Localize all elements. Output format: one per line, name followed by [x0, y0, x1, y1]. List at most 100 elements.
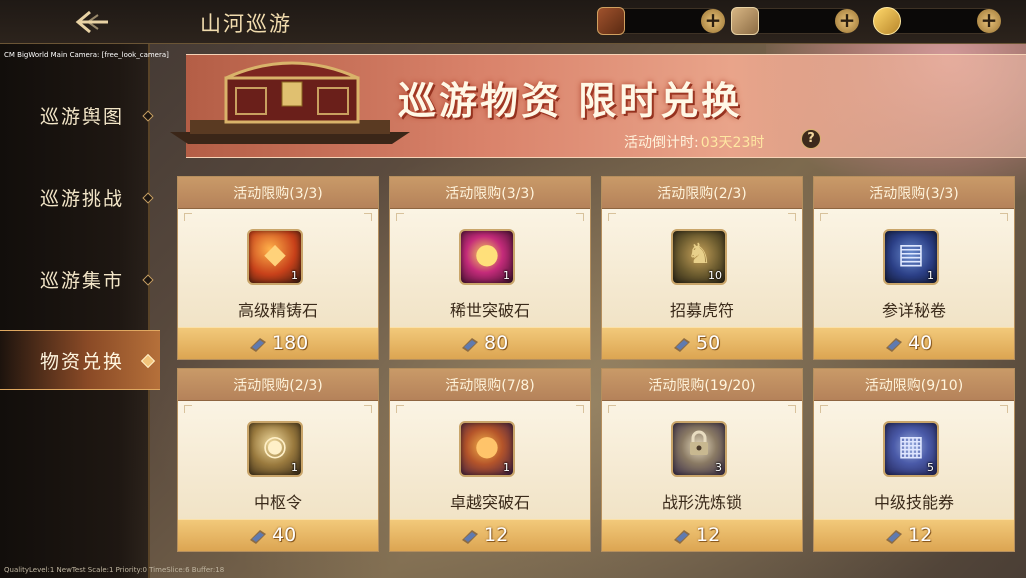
purchase-limit: 活动限购(3/3)	[233, 186, 323, 202]
item-price: 50	[696, 332, 721, 354]
scroll-currency-icon	[731, 7, 759, 35]
excellent-breakthrough-stone-icon: ● 1	[459, 421, 515, 477]
chest-currency-icon	[597, 7, 625, 35]
item-price: 40	[908, 332, 933, 354]
item-count: 1	[291, 269, 298, 282]
buy-button[interactable]: 40	[178, 519, 378, 551]
item-count: 1	[503, 461, 510, 474]
buy-button[interactable]: 180	[178, 327, 378, 359]
diamond-icon	[142, 110, 154, 122]
item-count: 1	[927, 269, 934, 282]
item-count: 10	[708, 269, 722, 282]
refine-stone-icon: ◆ 1	[247, 229, 303, 285]
card-header: 活动限购(2/3)	[178, 369, 378, 401]
buy-button[interactable]: 40	[814, 327, 1014, 359]
scroll-currency-icon	[886, 530, 902, 544]
item-name: 卓越突破石	[449, 493, 530, 512]
gold-ingot-icon	[873, 7, 901, 35]
item-name: 中枢令	[253, 493, 302, 512]
add-currency-button[interactable]: +	[835, 9, 859, 33]
card-header: 活动限购(7/8)	[390, 369, 590, 401]
sidebar-item-label: 巡游挑战	[40, 188, 125, 210]
sidebar: 巡游舆图 巡游挑战 巡游集市 物资兑换	[0, 44, 160, 578]
item-count: 5	[927, 461, 934, 474]
buy-button[interactable]: 12	[390, 519, 590, 551]
item-count: 1	[503, 269, 510, 282]
help-icon[interactable]: ?	[801, 129, 821, 149]
item-price: 180	[272, 332, 309, 354]
sidebar-item-market[interactable]: 巡游集市	[0, 250, 160, 310]
scroll-currency-icon	[462, 338, 478, 352]
refine-lock-icon: 3	[671, 421, 727, 477]
add-currency-button[interactable]: +	[701, 9, 725, 33]
shop-item-card[interactable]: 活动限购(2/3) ◉ 1 中枢令 40	[177, 368, 379, 552]
tiger-tally-icon: ♞ 10	[671, 229, 727, 285]
countdown-value: 03天23时	[700, 135, 765, 151]
buy-button[interactable]: 12	[602, 519, 802, 551]
purchase-limit: 活动限购(7/8)	[445, 378, 535, 394]
sidebar-item-map[interactable]: 巡游舆图	[0, 86, 160, 146]
treasure-chest-icon	[170, 48, 410, 148]
countdown: 活动倒计时: 03天23时	[624, 132, 764, 152]
scroll-currency-icon	[250, 530, 266, 544]
buy-button[interactable]: 50	[602, 327, 802, 359]
debug-camera-text: CM BigWorld Main Camera: [free_look_came…	[4, 51, 169, 59]
item-name: 稀世突破石	[449, 301, 530, 320]
card-header: 活动限购(9/10)	[814, 369, 1014, 401]
purchase-limit: 活动限购(2/3)	[657, 186, 747, 202]
scroll-currency-icon	[886, 338, 902, 352]
item-name: 高级精铸石	[237, 301, 318, 320]
shop-item-card[interactable]: 活动限购(2/3) ♞ 10 招募虎符 50	[601, 176, 803, 360]
purchase-limit: 活动限购(19/20)	[648, 378, 756, 394]
debug-status-text: QualityLevel:1 NewTest Scale:1 Priority:…	[4, 566, 225, 574]
back-arrow-icon[interactable]	[72, 6, 112, 38]
item-price: 40	[272, 524, 297, 546]
shop-item-card[interactable]: 活动限购(3/3) ◆ 1 高级精铸石 180	[177, 176, 379, 360]
item-price: 12	[908, 524, 933, 546]
card-header: 活动限购(3/3)	[814, 177, 1014, 209]
card-header: 活动限购(2/3)	[602, 177, 802, 209]
shop-item-card[interactable]: 活动限购(9/10) ▦ 5 中级技能券 12	[813, 368, 1015, 552]
sidebar-item-label: 巡游舆图	[40, 106, 125, 128]
item-name: 中级技能券	[873, 493, 954, 512]
item-count: 3	[715, 461, 722, 474]
purchase-limit: 活动限购(3/3)	[445, 186, 535, 202]
currency-scroll: +	[731, 7, 859, 35]
item-price: 12	[484, 524, 509, 546]
countdown-label: 活动倒计时:	[624, 135, 699, 151]
banner-title: 巡游物资 限时兑换	[398, 78, 743, 123]
scroll-currency-icon	[674, 530, 690, 544]
purchase-limit: 活动限购(2/3)	[233, 378, 323, 394]
shop-item-card[interactable]: 活动限购(3/3) ● 1 稀世突破石 80	[389, 176, 591, 360]
scroll-currency-icon	[462, 530, 478, 544]
sidebar-item-label: 巡游集市	[40, 270, 125, 292]
central-token-icon: ◉ 1	[247, 421, 303, 477]
top-bar: 山河巡游 + + +	[0, 0, 1026, 44]
sidebar-item-challenge[interactable]: 巡游挑战	[0, 168, 160, 228]
buy-button[interactable]: 12	[814, 519, 1014, 551]
item-price: 80	[484, 332, 509, 354]
secret-scroll-icon: ▤ 1	[883, 229, 939, 285]
buy-button[interactable]: 80	[390, 327, 590, 359]
purchase-limit: 活动限购(9/10)	[864, 378, 964, 394]
currency-chest: +	[597, 7, 725, 35]
add-currency-button[interactable]: +	[977, 9, 1001, 33]
item-name: 战形洗炼锁	[661, 493, 742, 512]
scroll-currency-icon	[250, 338, 266, 352]
diamond-icon	[140, 353, 156, 369]
shop-item-card[interactable]: 活动限购(7/8) ● 1 卓越突破石 12	[389, 368, 591, 552]
purchase-limit: 活动限购(3/3)	[869, 186, 959, 202]
currency-ingot: +	[873, 7, 1001, 35]
item-name: 招募虎符	[669, 301, 734, 320]
item-count: 1	[291, 461, 298, 474]
diamond-icon	[142, 192, 154, 204]
item-name: 参详秘卷	[881, 301, 946, 320]
rare-breakthrough-stone-icon: ● 1	[459, 229, 515, 285]
shop-item-card[interactable]: 活动限购(3/3) ▤ 1 参详秘卷 40	[813, 176, 1015, 360]
sidebar-item-exchange[interactable]: 物资兑换	[0, 330, 160, 390]
card-header: 活动限购(3/3)	[390, 177, 590, 209]
diamond-icon	[142, 274, 154, 286]
sidebar-item-label: 物资兑换	[40, 351, 125, 373]
page-title: 山河巡游	[200, 12, 292, 36]
shop-item-card[interactable]: 活动限购(19/20) 3 战形洗炼锁 12	[601, 368, 803, 552]
